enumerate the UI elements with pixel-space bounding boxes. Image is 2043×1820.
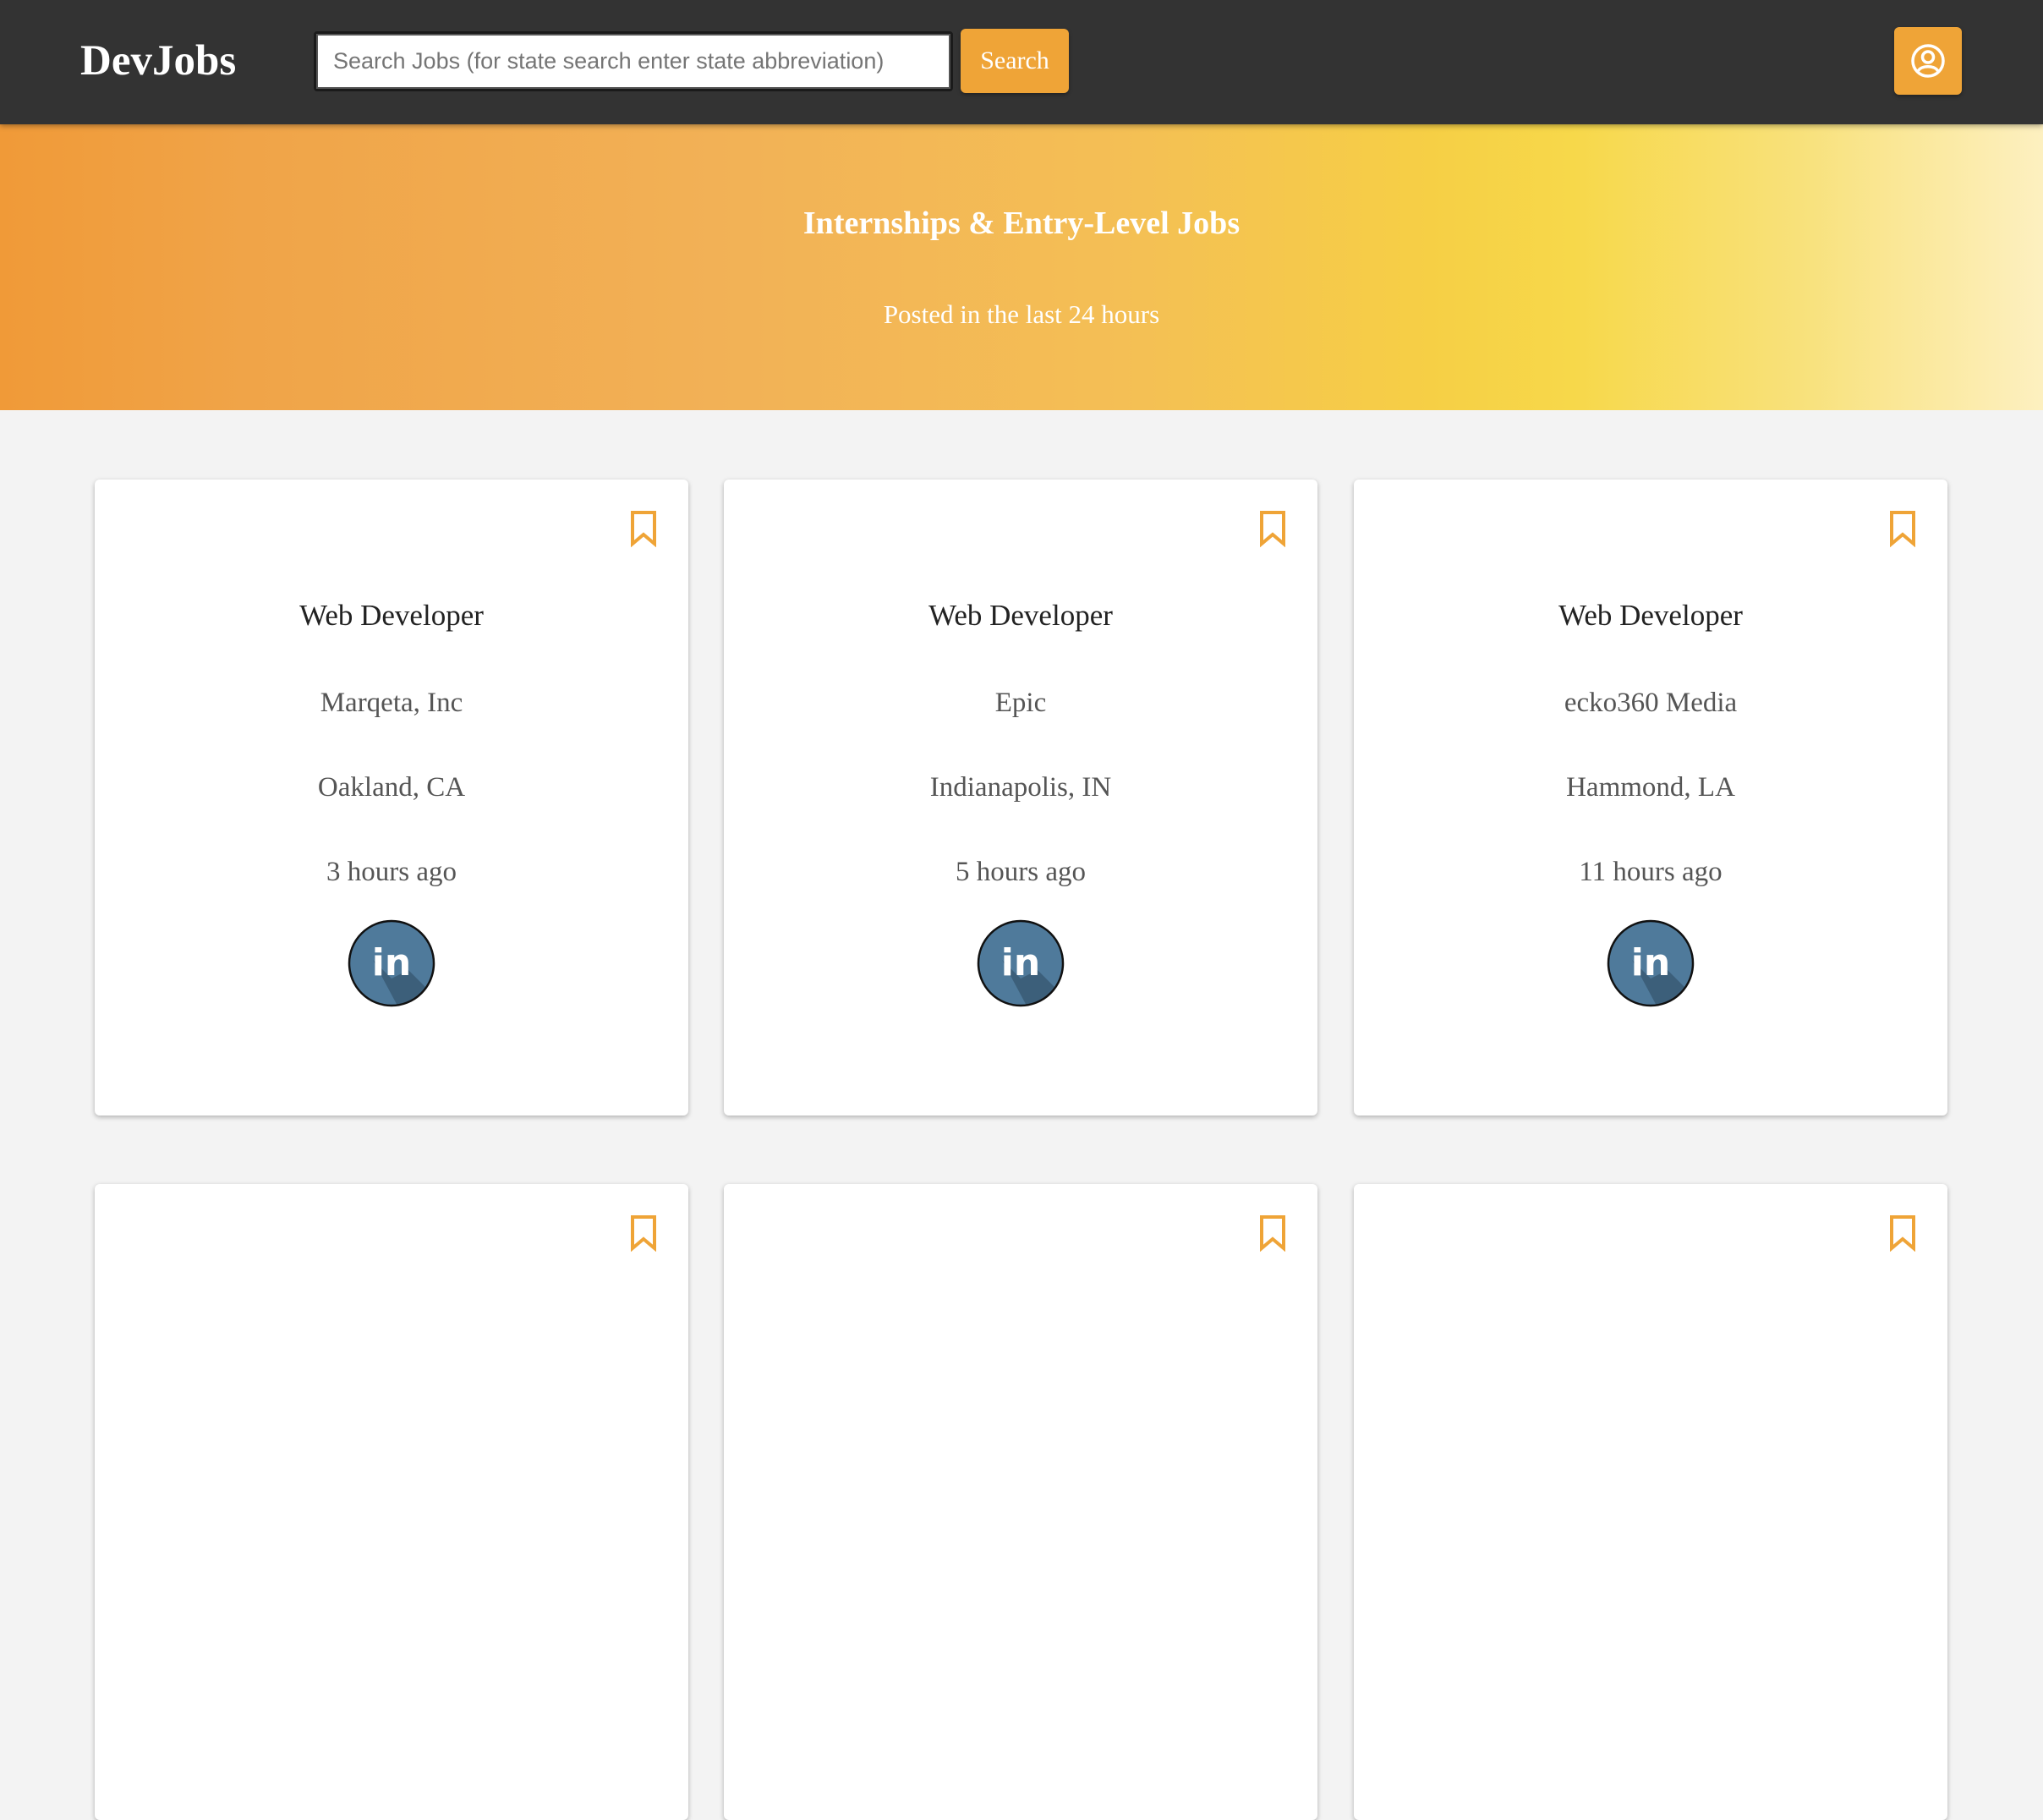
svg-text:in: in bbox=[372, 941, 411, 984]
job-location: Hammond, LA bbox=[1566, 772, 1735, 803]
hero-subtitle: Posted in the last 24 hours bbox=[883, 299, 1160, 329]
bookmark-button[interactable] bbox=[1258, 510, 1287, 550]
linkedin-link[interactable]: in bbox=[1607, 919, 1695, 1007]
bookmark-icon bbox=[629, 1215, 658, 1254]
job-card bbox=[724, 1184, 1317, 1820]
search-button[interactable]: Search bbox=[961, 29, 1069, 93]
svg-text:in: in bbox=[1631, 941, 1670, 984]
bookmark-icon bbox=[1888, 1215, 1917, 1254]
bookmark-button[interactable] bbox=[1888, 1214, 1917, 1254]
bookmark-icon bbox=[1258, 1215, 1287, 1254]
svg-text:in: in bbox=[1001, 941, 1040, 984]
brand-logo[interactable]: DevJobs bbox=[80, 34, 236, 88]
job-card: Web Developer Epic Indianapolis, IN 5 ho… bbox=[724, 480, 1317, 1116]
job-title: Web Developer bbox=[928, 599, 1113, 632]
top-navbar: DevJobs Search bbox=[0, 0, 2043, 124]
job-title: Web Developer bbox=[1558, 599, 1743, 632]
linkedin-link[interactable]: in bbox=[348, 919, 435, 1007]
job-card: Web Developer ecko360 Media Hammond, LA … bbox=[1354, 480, 1947, 1116]
linkedin-link[interactable]: in bbox=[977, 919, 1065, 1007]
job-title: Web Developer bbox=[299, 599, 484, 632]
linkedin-icon: in bbox=[977, 919, 1065, 1007]
linkedin-icon: in bbox=[1607, 919, 1695, 1007]
bookmark-button[interactable] bbox=[629, 1214, 658, 1254]
job-posted-time: 5 hours ago bbox=[956, 857, 1086, 887]
bookmark-icon bbox=[629, 511, 658, 550]
bookmark-icon bbox=[1258, 511, 1287, 550]
job-posted-time: 3 hours ago bbox=[326, 857, 457, 887]
hero-title: Internships & Entry-Level Jobs bbox=[802, 206, 1241, 241]
bookmark-icon bbox=[1888, 511, 1917, 550]
bookmark-button[interactable] bbox=[629, 510, 658, 550]
job-card bbox=[95, 1184, 688, 1820]
job-card: Web Developer Marqeta, Inc Oakland, CA 3… bbox=[95, 480, 688, 1116]
account-button[interactable] bbox=[1894, 27, 1962, 95]
job-company: Marqeta, Inc bbox=[320, 688, 463, 718]
job-company: ecko360 Media bbox=[1564, 688, 1738, 718]
search-input[interactable] bbox=[314, 31, 953, 91]
job-company: Epic bbox=[994, 688, 1047, 718]
job-card bbox=[1354, 1184, 1947, 1820]
user-circle-icon bbox=[1910, 43, 1946, 79]
hero-banner: Internships & Entry-Level Jobs Posted in… bbox=[0, 124, 2043, 410]
bookmark-button[interactable] bbox=[1258, 1214, 1287, 1254]
bookmark-button[interactable] bbox=[1888, 510, 1917, 550]
job-location: Oakland, CA bbox=[317, 772, 466, 803]
job-location: Indianapolis, IN bbox=[929, 772, 1112, 803]
job-posted-time: 11 hours ago bbox=[1579, 857, 1723, 887]
linkedin-icon: in bbox=[348, 919, 435, 1007]
